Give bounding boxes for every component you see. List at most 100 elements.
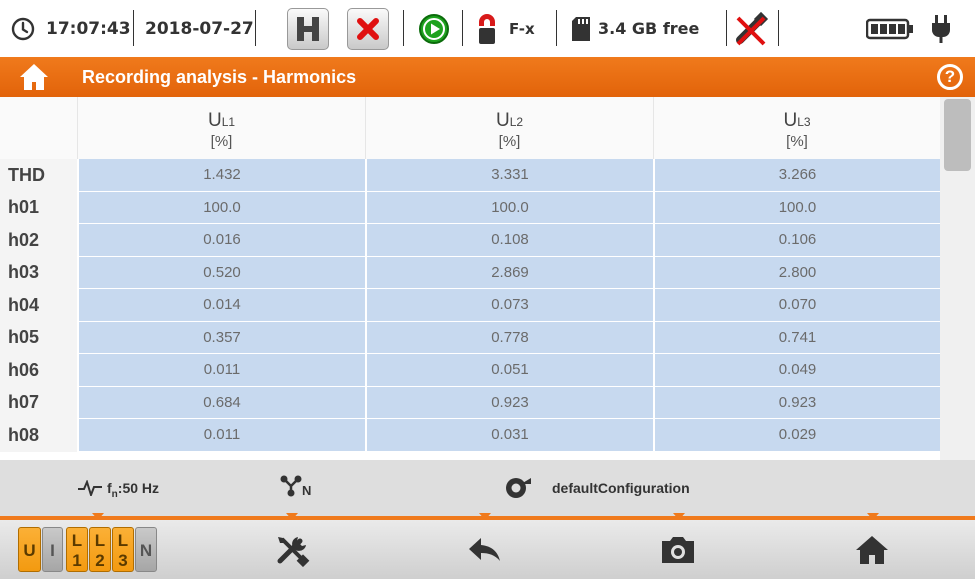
table-row[interactable]: h01 100.0 100.0 100.0 (0, 191, 940, 224)
column-header-ul1: UL1 [%] (77, 97, 365, 159)
power-plug-icon (930, 0, 952, 57)
table-cell: 0.011 (77, 354, 365, 387)
clock-icon (10, 0, 36, 57)
column-sub: L3 (797, 115, 811, 129)
status-time: 17:07:43 (46, 18, 131, 39)
notch (867, 513, 879, 520)
phase-l3-key[interactable]: L3 (112, 527, 134, 572)
clamp-label: F-x (509, 19, 535, 38)
table-cell: 1.432 (77, 159, 365, 192)
column-unit: [%] (210, 133, 233, 150)
row-label: h04 (0, 289, 77, 322)
notch (479, 513, 491, 520)
phase-l1-key[interactable]: L1 (66, 527, 88, 572)
table-cell: 0.923 (365, 386, 653, 419)
configuration-name: defaultConfiguration (552, 480, 690, 496)
column-unit: [%] (498, 133, 521, 150)
voltage-key[interactable]: U (18, 527, 41, 572)
column-header-ul2: UL2 [%] (365, 97, 653, 159)
row-label: h07 (0, 386, 77, 419)
help-icon[interactable]: ? (937, 64, 963, 90)
neutral-key[interactable]: N (135, 527, 157, 572)
waveform-icon (78, 479, 102, 501)
close-icon (357, 17, 379, 40)
settings-button[interactable] (232, 520, 352, 579)
table-row[interactable]: h06 0.011 0.051 0.049 (0, 354, 940, 387)
table-row[interactable]: h03 0.520 2.869 2.800 (0, 256, 940, 289)
table-cell: 0.051 (365, 354, 653, 387)
key-label: 3 (118, 551, 128, 570)
configuration-icon (503, 474, 533, 507)
separator (726, 10, 727, 46)
table-row[interactable]: h08 0.011 0.031 0.029 (0, 419, 940, 452)
row-label: h05 (0, 321, 77, 354)
table-cell: 0.106 (653, 224, 940, 257)
clamp-icon (476, 0, 498, 57)
table-cell: 0.029 (653, 419, 940, 452)
title-bar: Recording analysis - Harmonics ? (0, 57, 975, 97)
screenshot-button[interactable] (618, 520, 738, 579)
hold-button[interactable] (287, 0, 329, 57)
nominal-frequency: fn:50 Hz (107, 460, 159, 516)
separator (778, 10, 779, 46)
column-sub: L2 (509, 115, 524, 129)
close-button[interactable] (347, 0, 389, 57)
table-row[interactable]: h04 0.014 0.073 0.070 (0, 289, 940, 322)
table-row[interactable]: THD 1.432 3.331 3.266 (0, 159, 940, 192)
column-name: U (495, 110, 510, 131)
back-arrow-icon (469, 537, 500, 561)
key-label: 2 (95, 551, 105, 570)
scrollbar-thumb[interactable] (944, 99, 971, 171)
table-cell: 3.331 (365, 159, 653, 192)
column-sub: L1 (221, 115, 236, 129)
camera-icon (662, 536, 694, 563)
key-label: L (71, 531, 83, 550)
notch (92, 513, 104, 520)
table-cell: 2.800 (653, 256, 940, 289)
network-type-icon: N (280, 474, 311, 498)
column-name: U (207, 110, 222, 131)
notch (673, 513, 685, 520)
page-title: Recording analysis - Harmonics (82, 67, 357, 87)
table-cell: 0.684 (77, 386, 365, 419)
row-label: h02 (0, 224, 77, 257)
row-label: h08 (0, 419, 77, 452)
row-label: h01 (0, 191, 77, 224)
separator (556, 10, 557, 46)
table-cell: 0.049 (653, 354, 940, 387)
info-bar: fn:50 Hz N defaultConfiguration (0, 460, 975, 516)
table-cell: 100.0 (653, 191, 940, 224)
key-label: L (94, 531, 106, 550)
storage-free: 3.4 GB free (598, 19, 700, 38)
sd-card-icon (572, 0, 590, 57)
phase-l2-key[interactable]: L2 (89, 527, 111, 572)
column-unit: [%] (786, 133, 808, 150)
separator (462, 10, 463, 46)
home-icon[interactable] (18, 62, 50, 92)
network-sub: N (302, 483, 312, 498)
table-cell: 0.741 (653, 321, 940, 354)
row-label: THD (0, 159, 77, 192)
key-label: I (50, 541, 55, 560)
table-row[interactable]: h02 0.016 0.108 0.106 (0, 224, 940, 257)
table-row[interactable]: h05 0.357 0.778 0.741 (0, 321, 940, 354)
separator (403, 10, 404, 46)
table-cell: 100.0 (77, 191, 365, 224)
status-date: 2018-07-27 (145, 18, 254, 39)
notch (286, 513, 298, 520)
table-cell: 0.011 (77, 419, 365, 452)
row-label: h06 (0, 354, 77, 387)
back-button[interactable] (425, 520, 545, 579)
home-icon (856, 535, 888, 564)
header-corner (0, 97, 77, 159)
table-cell: 0.070 (653, 289, 940, 322)
table-cell: 0.014 (77, 289, 365, 322)
recording-play-icon (418, 0, 450, 57)
table-row[interactable]: h07 0.684 0.923 0.923 (0, 386, 940, 419)
harmonics-table: UL1 [%] UL2 [%] UL3 [%] THD 1.432 3.331 … (0, 97, 940, 460)
hold-h-icon (297, 16, 319, 41)
table-cell: 100.0 (365, 191, 653, 224)
current-key[interactable]: I (42, 527, 63, 572)
table-cell: 0.073 (365, 289, 653, 322)
home-button[interactable] (812, 520, 932, 579)
